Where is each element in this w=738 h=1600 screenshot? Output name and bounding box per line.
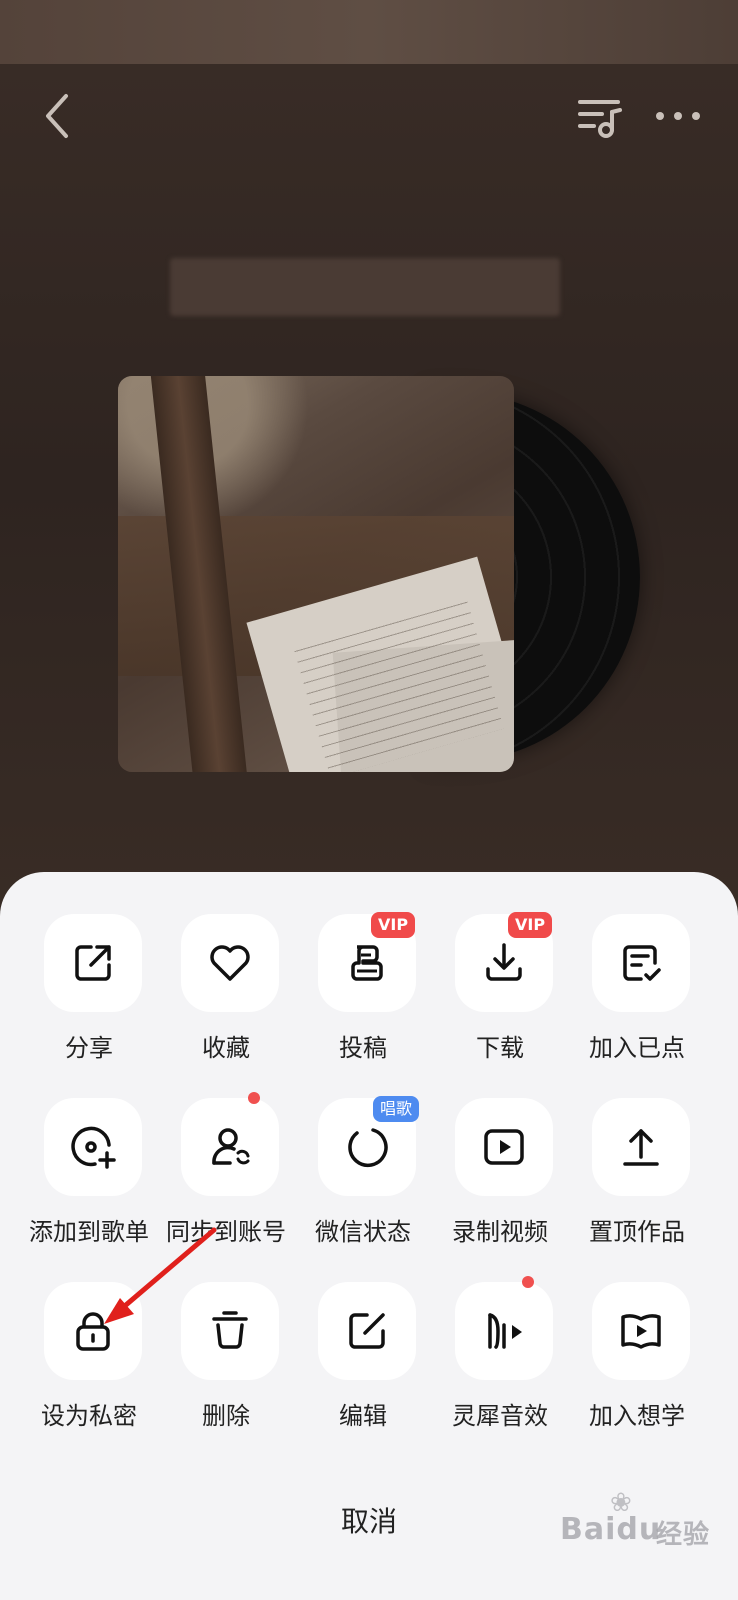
baidu-watermark: ❀ Baidu 经验 (560, 1488, 730, 1562)
lock-icon (76, 1312, 110, 1351)
sound-effect-icon (488, 1313, 522, 1349)
set-private-label: 设为私密 (41, 1402, 137, 1430)
album-cover (118, 376, 514, 772)
edit-tile[interactable] (318, 1282, 416, 1380)
video-icon (484, 1129, 524, 1165)
notification-dot (522, 1276, 534, 1288)
add-to-playlist-tile[interactable] (44, 1098, 142, 1196)
playlist-music-icon (578, 100, 622, 138)
set-private-tile[interactable] (44, 1282, 142, 1380)
share-label: 分享 (65, 1034, 113, 1062)
add-to-learn-tile[interactable] (592, 1282, 690, 1380)
screen: 分享 收藏 VIP 投稿 VIP 下载 加入已点 添加到歌单 同步到账号 唱歌 … (0, 0, 738, 1600)
share-button[interactable]: 分享 (21, 914, 157, 1074)
record-video-button[interactable]: 录制视频 (432, 1098, 568, 1258)
submit-label: 投稿 (339, 1034, 387, 1062)
favorite-button[interactable]: 收藏 (158, 914, 294, 1074)
delete-button[interactable]: 删除 (158, 1282, 294, 1442)
add-to-learn-label: 加入想学 (589, 1402, 685, 1430)
edit-button[interactable]: 编辑 (295, 1282, 431, 1442)
vip-badge: VIP (371, 912, 416, 938)
add-to-playlist-button[interactable]: 添加到歌单 (21, 1098, 157, 1258)
cancel-button[interactable]: 取消 (269, 1500, 469, 1544)
wechat-status-button[interactable]: 唱歌 微信状态 (295, 1096, 431, 1258)
playlist-button[interactable] (576, 92, 626, 142)
download-icon (486, 943, 522, 981)
more-dots-icon (656, 112, 700, 120)
pin-top-button[interactable]: 置顶作品 (569, 1098, 705, 1258)
action-row: 添加到歌单 同步到账号 唱歌 微信状态 录制视频 置顶作品 (0, 1092, 738, 1258)
add-playlist-icon (71, 1126, 116, 1169)
share-tile[interactable] (44, 914, 142, 1012)
sync-account-tile[interactable] (181, 1098, 279, 1196)
action-row: 分享 收藏 VIP 投稿 VIP 下载 加入已点 (0, 912, 738, 1074)
sound-effect-tile[interactable] (455, 1282, 553, 1380)
add-to-learn-button[interactable]: 加入想学 (569, 1282, 705, 1442)
vip-badge: VIP (508, 912, 553, 938)
watermark-suffix: 经验 (656, 1520, 711, 1550)
pin-top-label: 置顶作品 (589, 1218, 685, 1246)
download-label: 下载 (476, 1034, 524, 1062)
set-private-button[interactable]: 设为私密 (21, 1282, 157, 1442)
add-to-playlist-label: 添加到歌单 (29, 1218, 149, 1246)
add-to-queue-button[interactable]: 加入已点 (569, 914, 705, 1074)
edit-icon (349, 1313, 385, 1349)
share-icon (75, 945, 111, 981)
add-to-queue-tile[interactable] (592, 914, 690, 1012)
watermark-brand: Baidu (560, 1512, 662, 1547)
wechat-status-label: 微信状态 (315, 1218, 411, 1246)
more-button[interactable] (650, 96, 706, 136)
favorite-label: 收藏 (202, 1034, 250, 1062)
sync-account-button[interactable]: 同步到账号 (158, 1092, 294, 1258)
sound-effect-label: 灵犀音效 (452, 1402, 548, 1430)
status-bar (0, 0, 738, 64)
song-title-blurred (170, 258, 560, 316)
delete-tile[interactable] (181, 1282, 279, 1380)
download-button[interactable]: VIP 下载 (432, 912, 568, 1074)
record-video-label: 录制视频 (452, 1218, 548, 1246)
notification-dot (248, 1092, 260, 1104)
sync-account-icon (212, 1128, 250, 1165)
sound-effect-button[interactable]: 灵犀音效 (432, 1276, 568, 1442)
action-row: 设为私密 删除 编辑 灵犀音效 加入想学 (0, 1276, 738, 1442)
edit-label: 编辑 (339, 1402, 387, 1430)
favorite-tile[interactable] (181, 914, 279, 1012)
add-to-queue-label: 加入已点 (589, 1034, 685, 1062)
chevron-left-icon (46, 94, 68, 138)
book-play-icon (621, 1314, 661, 1349)
sing-badge: 唱歌 (373, 1096, 420, 1122)
sync-account-label: 同步到账号 (166, 1218, 286, 1246)
pin-top-tile[interactable] (592, 1098, 690, 1196)
queue-check-icon (623, 945, 661, 981)
record-video-tile[interactable] (455, 1098, 553, 1196)
circle-status-icon (348, 1128, 388, 1168)
submit-button[interactable]: VIP 投稿 (295, 912, 431, 1074)
back-button[interactable] (36, 88, 80, 144)
heart-icon (210, 945, 250, 981)
submit-icon (351, 945, 383, 981)
trash-icon (212, 1311, 248, 1349)
delete-label: 删除 (202, 1402, 250, 1430)
pin-top-icon (623, 1129, 659, 1166)
